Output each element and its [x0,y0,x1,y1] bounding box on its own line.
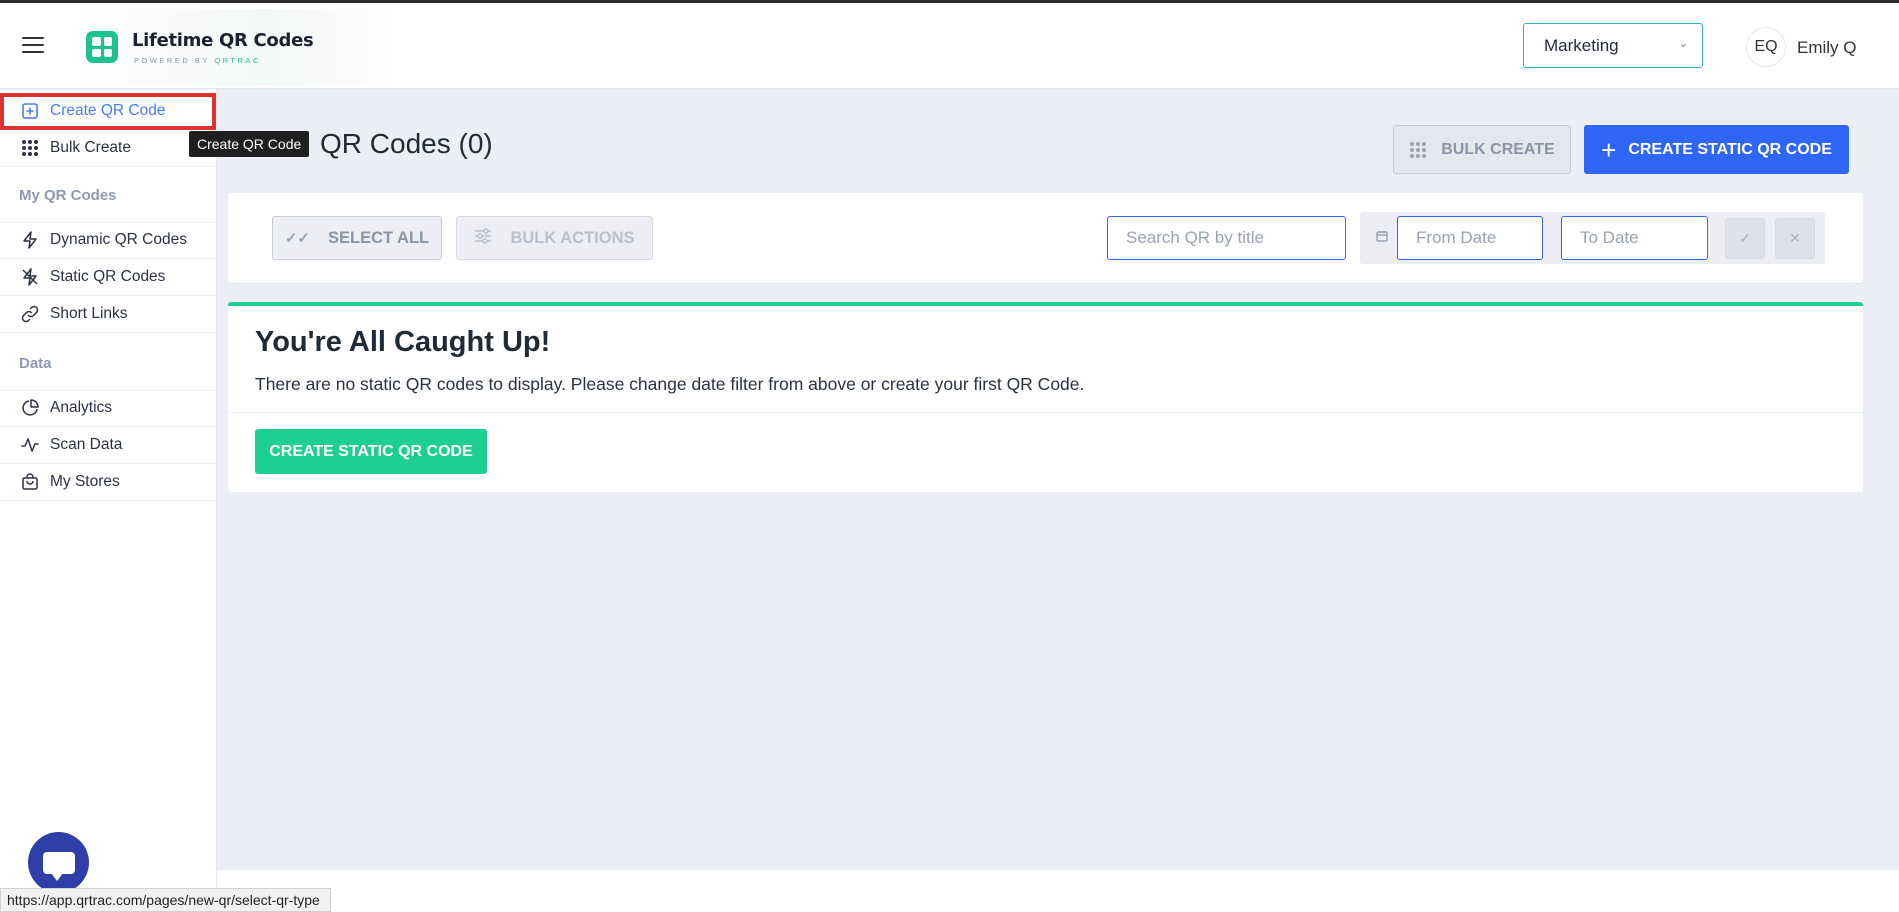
lightning-icon [20,230,40,250]
calendar-icon [1375,229,1389,243]
sidebar-item-bulk-create[interactable]: Bulk Create [0,130,216,167]
avatar[interactable]: EQ [1746,27,1786,67]
plus-icon: + [1601,134,1617,165]
sidebar-item-label: Short Links [50,305,128,322]
sidebar-item-create-qr-code[interactable]: Create QR Code [0,93,216,130]
link-icon [20,304,40,324]
sidebar-item-dynamic-qr-codes[interactable]: Dynamic QR Codes [0,222,216,259]
chat-widget-button[interactable] [28,832,89,893]
empty-create-static-qr-button[interactable]: CREATE STATIC QR CODE [255,429,487,474]
footer-strip [217,870,1899,912]
from-date-field[interactable] [1397,216,1543,260]
top-header: Lifetime QR Codes POWERED BY QRTRAC Mark… [0,3,1899,89]
status-bar-url: https://app.qrtrac.com/pages/new-qr/sele… [0,888,331,912]
create-static-qr-button[interactable]: + CREATE STATIC QR CODE [1584,125,1849,174]
section-label-data: Data [19,355,52,372]
create-static-label: CREATE STATIC QR CODE [1628,140,1832,158]
sidebar-item-short-links[interactable]: Short Links [0,296,216,333]
activity-icon [20,435,40,455]
sidebar-item-label: Static QR Codes [50,268,166,285]
empty-state-text: There are no static QR codes to display.… [255,374,1085,394]
bulk-actions-label: BULK ACTIONS [510,228,635,247]
shopping-bag-icon [20,472,40,492]
chat-icon [42,851,75,881]
workspace-select[interactable]: Marketing ⌄ [1523,23,1703,68]
sidebar-item-label: Bulk Create [50,139,131,156]
empty-state-card: You're All Caught Up! There are no stati… [228,302,1863,492]
sidebar-item-label: Analytics [50,399,113,416]
plus-square-icon [20,101,40,121]
apply-date-button[interactable]: ✓ [1725,218,1765,259]
filter-bar: ✓✓ SELECT ALL BULK ACTIONS ✓ ✕ [228,193,1863,284]
bulk-create-button[interactable]: BULK CREATE [1393,125,1571,174]
tooltip: Create QR Code [189,131,310,157]
sidebar-item-my-stores[interactable]: My Stores [0,464,216,501]
bulk-actions-button[interactable]: BULK ACTIONS [456,216,653,260]
divider [228,412,1863,413]
sidebar-item-label: My Stores [50,473,120,490]
grid-dots-icon [1409,141,1427,159]
sliders-icon [474,228,492,248]
section-label-my-qr-codes: My QR Codes [19,187,117,204]
workspace-value: Marketing [1544,35,1619,55]
sidebar-item-label: Create QR Code [50,102,166,119]
empty-state-title: You're All Caught Up! [255,326,551,358]
sidebar-item-label: Dynamic QR Codes [50,231,187,248]
brand-logo[interactable]: Lifetime QR Codes POWERED BY QRTRAC [72,9,400,85]
menu-icon[interactable] [22,37,44,55]
search-input[interactable] [1107,216,1346,260]
sidebar-item-analytics[interactable]: Analytics [0,390,216,427]
sidebar-item-scan-data[interactable]: Scan Data [0,427,216,464]
double-check-icon: ✓✓ [284,230,310,247]
clear-date-button[interactable]: ✕ [1775,218,1815,259]
grid-dots-icon [20,138,40,158]
sidebar-item-static-qr-codes[interactable]: Static QR Codes [0,259,216,296]
check-icon: ✓ [1739,230,1751,246]
sidebar: Create QR Code Bulk Create My QR Codes D… [0,89,217,912]
pie-chart-icon [20,398,40,418]
logo-title: Lifetime QR Codes [132,30,314,51]
logo-subtitle: POWERED BY QRTRAC [134,56,261,65]
qr-logo-icon [86,31,118,63]
page-title: QR Codes (0) [320,128,493,159]
select-all-label: SELECT ALL [328,228,430,247]
chevron-down-icon: ⌄ [1678,38,1688,50]
sidebar-item-label: Scan Data [50,436,123,453]
user-name[interactable]: Emily Q [1797,38,1857,58]
lightning-off-icon [20,267,40,287]
to-date-field[interactable] [1561,216,1708,260]
select-all-button[interactable]: ✓✓ SELECT ALL [272,216,442,260]
close-icon: ✕ [1789,230,1801,246]
bulk-create-label: BULK CREATE [1441,140,1555,158]
